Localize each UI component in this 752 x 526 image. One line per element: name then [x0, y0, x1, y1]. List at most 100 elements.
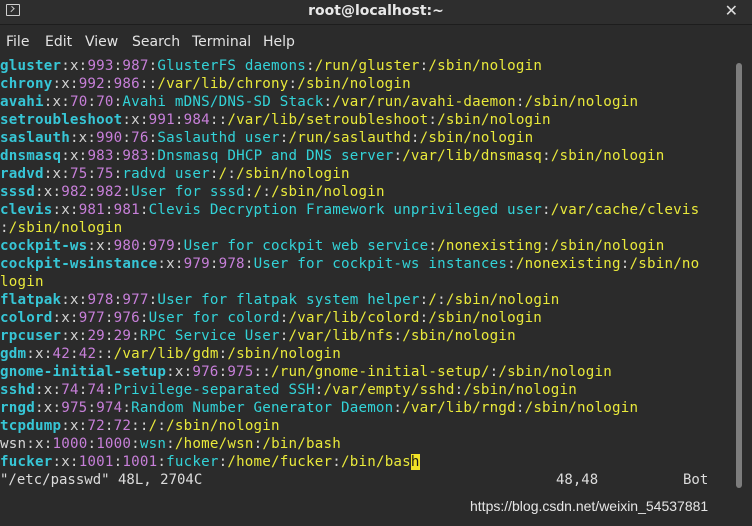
- terminal-segment: :: [69, 346, 79, 362]
- terminal-segment: ::: [131, 418, 149, 434]
- terminal-segment: :: [131, 328, 140, 344]
- terminal-segment: :: [542, 202, 551, 218]
- terminal-segment: :: [410, 130, 420, 146]
- terminal-line: gnome-initial-setup:x:976:975::/run/gnom…: [0, 363, 612, 381]
- terminal-segment: :: [244, 256, 254, 272]
- close-icon[interactable]: ✕: [725, 1, 738, 20]
- terminal-output[interactable]: gluster:x:993:987:GlusterFS daemons:/run…: [0, 57, 724, 493]
- terminal-segment: :: [279, 130, 289, 146]
- terminal-segment: :x:: [166, 364, 193, 380]
- terminal-segment: :: [87, 94, 97, 110]
- terminal-line: gdm:x:42:42::/var/lib/gdm:/sbin/nologin: [0, 345, 341, 363]
- terminal-segment: /nonexisting: [515, 256, 621, 272]
- terminal-segment: Clevis Decryption Framework unprivileged…: [148, 202, 543, 218]
- menu-help[interactable]: Help: [263, 34, 295, 50]
- terminal-line: saslauth:x:990:76:Saslauthd user:/run/sa…: [0, 129, 533, 147]
- terminal-segment: /bin/bas: [340, 454, 411, 470]
- terminal-segment: :x:: [69, 130, 97, 146]
- terminal-segment: 975: [61, 400, 88, 416]
- terminal-segment: gdm: [0, 346, 27, 362]
- terminal-line: cockpit-ws:x:980:979:User for cockpit we…: [0, 237, 664, 255]
- terminal-segment: :x:: [26, 346, 53, 362]
- terminal-segment: :x:: [43, 166, 70, 182]
- terminal-segment: /sbin/nologin: [524, 94, 639, 110]
- terminal-segment: avahi: [0, 94, 44, 110]
- terminal-segment: :: [288, 76, 298, 92]
- terminal-segment: clevis: [0, 202, 53, 218]
- terminal-segment: Dnsmasq DHCP and DNS server: [157, 148, 394, 164]
- terminal-line: dnsmasq:x:983:983:Dnsmasq DHCP and DNS s…: [0, 147, 664, 165]
- terminal-segment: /var/lib/nfs: [288, 328, 394, 344]
- terminal-segment: 974: [96, 400, 123, 416]
- terminal-segment: 29: [113, 328, 132, 344]
- terminal-segment: 979: [183, 256, 210, 272]
- terminal-segment: :x:: [43, 94, 70, 110]
- terminal-segment: 982: [96, 184, 123, 200]
- terminal-segment: RPC Service User: [139, 328, 280, 344]
- terminal-segment: :: [87, 400, 97, 416]
- terminal-segment: 977: [122, 292, 149, 308]
- terminal-segment: :: [174, 112, 184, 128]
- terminal-segment: :x:: [61, 58, 88, 74]
- terminal-segment: :: [122, 184, 132, 200]
- terminal-segment: 981: [78, 202, 105, 218]
- terminal-segment: 70: [96, 94, 114, 110]
- terminal-segment: Random Number Generator Daemon: [131, 400, 394, 416]
- terminal-line: sshd:x:74:74:Privilege-separated SSH:/va…: [0, 381, 577, 399]
- menu-search[interactable]: Search: [132, 34, 180, 50]
- terminal-segment: /sbin/nologin: [498, 364, 612, 380]
- terminal-segment: :: [122, 130, 132, 146]
- terminal-segment: :x:: [61, 418, 88, 434]
- menu-view[interactable]: View: [85, 34, 118, 50]
- terminal-segment: :: [279, 328, 289, 344]
- menu-file[interactable]: File: [6, 34, 29, 50]
- terminal-segment: 990: [96, 130, 123, 146]
- terminal-segment: radvd user: [122, 166, 210, 182]
- terminal-segment: /run/gnome-initial-setup/: [271, 364, 490, 380]
- terminal-segment: :: [393, 400, 403, 416]
- terminal-segment: 72: [113, 418, 132, 434]
- terminal-segment: :: [437, 292, 446, 308]
- terminal-segment: 981: [113, 202, 140, 218]
- terminal-segment: User for cockpit web service: [183, 238, 429, 254]
- terminal-segment: ::: [253, 364, 272, 380]
- terminal-segment: sssd: [0, 184, 35, 200]
- terminal-segment: 1000: [52, 436, 88, 452]
- terminal-segment: :: [104, 310, 114, 326]
- terminal-segment: :x:: [52, 76, 79, 92]
- terminal-segment: flatpak: [0, 292, 62, 308]
- terminal-segment: 978: [218, 256, 245, 272]
- terminal-segment: /var/run/avahi-daemon: [332, 94, 516, 110]
- terminal-segment: chrony: [0, 76, 53, 92]
- terminal-line: rngd:x:975:974:Random Number Generator D…: [0, 399, 638, 417]
- terminal-segment: /sbin/nologin: [297, 76, 411, 92]
- terminal-segment: /bin/bash: [262, 436, 342, 452]
- terminal-segment: wsn: [0, 436, 27, 452]
- terminal-segment: /var/cache/clevis: [550, 202, 700, 218]
- menu-terminal[interactable]: Terminal: [192, 34, 251, 50]
- menu-edit[interactable]: Edit: [45, 34, 72, 50]
- terminal-segment: 991: [148, 112, 175, 128]
- terminal-segment: 984: [183, 112, 210, 128]
- terminal-segment: tcpdump: [0, 418, 62, 434]
- terminal-segment: /sbin/nologin: [524, 400, 639, 416]
- terminal-segment: /var/empty/sshd: [323, 382, 455, 398]
- terminal-segment: /sbin/nologin: [271, 184, 385, 200]
- terminal-segment: :: [174, 238, 184, 254]
- terminal-segment: 983: [87, 148, 114, 164]
- terminal-segment: :: [139, 202, 149, 218]
- terminal-segment: wsn: [139, 436, 167, 452]
- terminal-segment: 72: [87, 418, 105, 434]
- scrollbar-thumb[interactable]: [736, 63, 742, 488]
- terminal-segment: 976: [192, 364, 219, 380]
- terminal-segment: /sbin/nologin: [236, 166, 350, 182]
- terminal-segment: :: [428, 112, 438, 128]
- terminal-segment: :x:: [87, 238, 114, 254]
- terminal-line: colord:x:977:976:User for colord:/var/li…: [0, 309, 542, 327]
- terminal-segment: :: [104, 382, 114, 398]
- terminal-scrollbar[interactable]: [724, 57, 752, 493]
- terminal-segment: :: [104, 76, 114, 92]
- terminal-segment: 74: [61, 382, 79, 398]
- terminal-segment: User for colord: [148, 310, 280, 326]
- terminal-segment: :: [393, 148, 403, 164]
